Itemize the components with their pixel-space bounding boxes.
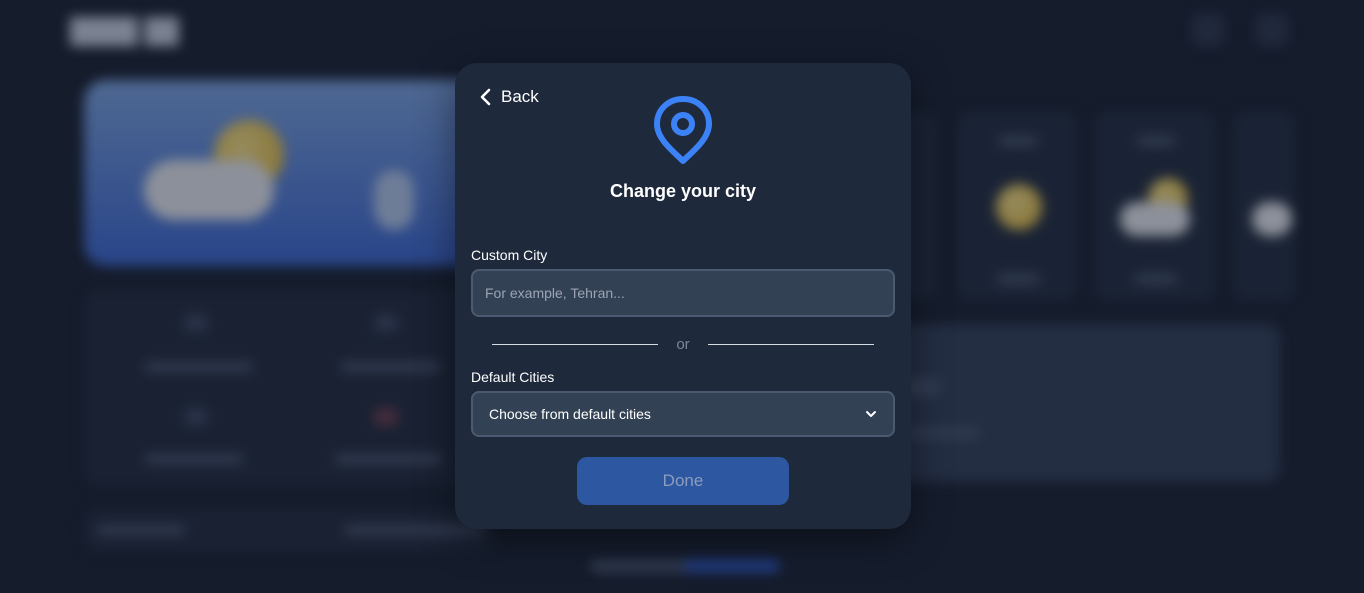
custom-city-label: Custom City xyxy=(471,247,548,263)
background-details-panel xyxy=(880,324,1280,482)
background-credit-link xyxy=(590,560,780,572)
background-icon-button xyxy=(1256,14,1288,46)
chevron-left-icon xyxy=(479,88,493,106)
background-forecast-card xyxy=(1234,112,1294,300)
divider-line-right xyxy=(708,344,874,345)
background-footer-bar xyxy=(84,508,494,552)
default-cities-selected-value: Choose from default cities xyxy=(489,406,651,422)
background-drop-icon xyxy=(374,170,414,230)
background-stats-panel xyxy=(84,290,484,486)
background-icon-button xyxy=(1192,14,1224,46)
done-button[interactable]: Done xyxy=(577,457,789,505)
default-cities-label: Default Cities xyxy=(471,369,555,385)
change-city-modal: Back Change your city Custom City or Def… xyxy=(455,63,911,529)
default-cities-select[interactable]: Choose from default cities xyxy=(471,391,895,437)
custom-city-input[interactable] xyxy=(471,269,895,317)
background-weather-card xyxy=(84,80,484,266)
background-app-title: ████ ██ xyxy=(70,18,179,45)
back-button[interactable]: Back xyxy=(479,87,539,107)
done-button-label: Done xyxy=(662,471,704,490)
background-forecast-card xyxy=(958,112,1076,300)
chevron-down-icon xyxy=(865,406,877,422)
background-cloud-icon xyxy=(144,160,274,220)
modal-title: Change your city xyxy=(609,181,757,201)
back-button-label: Back xyxy=(501,87,539,106)
background-forecast-card xyxy=(1096,112,1214,300)
map-pin-icon xyxy=(651,93,715,165)
